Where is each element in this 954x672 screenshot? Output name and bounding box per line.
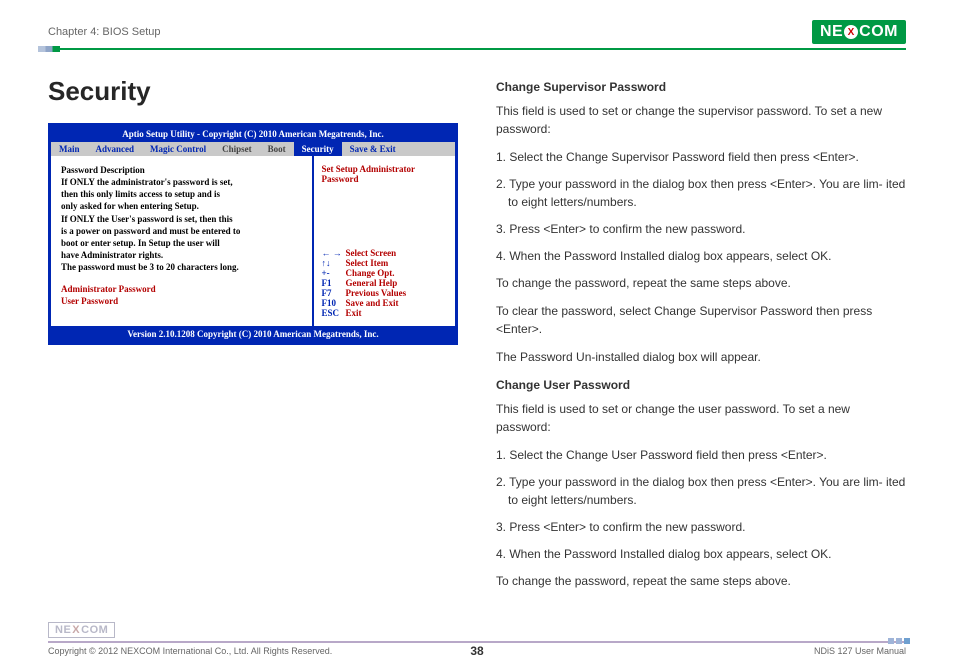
bios-line: only asked for when entering Setup. [61,200,302,212]
bios-tab-main: Main [51,142,88,156]
heading-change-supervisor: Change Supervisor Password [496,78,906,96]
legend-key: F1 [322,278,346,288]
bios-version-bar: Version 2.10.1208 Copyright (C) 2010 Ame… [51,326,455,342]
paragraph: To change the password, repeat the same … [496,572,906,590]
paragraph: This field is used to set or change the … [496,400,906,436]
footer-logo: NEXCOM [48,622,115,638]
bios-line: If ONLY the User's password is set, then… [61,213,302,225]
bios-tab-security: Security [294,142,342,156]
paragraph: To change the password, repeat the same … [496,274,906,292]
step: 3. Press <Enter> to confirm the new pass… [496,220,906,238]
heading-change-user: Change User Password [496,376,906,394]
bios-line: The password must be 3 to 20 characters … [61,261,302,273]
bios-main-panel: Password Description If ONLY the adminis… [51,156,312,326]
legend-key: ↑↓ [322,258,346,268]
bios-line: If ONLY the administrator's password is … [61,176,302,188]
bios-tab-chipset: Chipset [214,142,260,156]
bios-title-bar: Aptio Setup Utility - Copyright (C) 2010… [51,126,455,142]
legend-key: ESC [322,308,346,318]
page-number: 38 [470,644,483,658]
legend-val: Save and Exit [346,298,399,308]
paragraph: This field is used to set or change the … [496,102,906,138]
bios-legend: ← →Select Screen ↑↓Select Item +-Change … [314,242,455,326]
footer-rule [48,641,906,643]
logo-x-icon: X [844,25,858,39]
bios-tab-magic: Magic Control [142,142,214,156]
bios-admin-pw: Administrator Password [61,283,302,295]
bios-tab-boot: Boot [260,142,294,156]
step: 4. When the Password Installed dialog bo… [496,247,906,265]
legend-key: ← → [322,248,346,258]
bios-side-help: Set Setup Administrator Password [314,156,455,242]
legend-val: Previous Values [346,288,407,298]
step: 4. When the Password Installed dialog bo… [496,545,906,563]
step: 2. Type your password in the dialog box … [496,175,906,211]
page-footer: NEXCOM Copyright © 2012 NEXCOM Internati… [48,622,906,656]
bios-line: have Administrator rights. [61,249,302,261]
doc-text: Change Supervisor Password This field is… [496,76,906,600]
nexcom-logo: NE X COM [812,20,906,44]
logo-post: COM [859,23,898,41]
legend-key: +- [322,268,346,278]
bios-line: is a power on password and must be enter… [61,225,302,237]
step: 1. Select the Change User Password field… [496,446,906,464]
legend-val: General Help [346,278,398,288]
step: 1. Select the Change Supervisor Password… [496,148,906,166]
step: 2. Type your password in the dialog box … [496,473,906,509]
bios-pw-heading: Password Description [61,164,302,176]
footer-decor-icon [888,638,910,644]
chapter-label: Chapter 4: BIOS Setup [48,26,161,38]
bios-user-pw: User Password [61,295,302,307]
legend-key: F7 [322,288,346,298]
legend-val: Change Opt. [346,268,395,278]
legend-val: Exit [346,308,362,318]
logo-pre: NE [820,23,843,41]
header-rule [48,48,906,50]
legend-val: Select Item [346,258,389,268]
bios-tab-save-exit: Save & Exit [342,142,404,156]
bios-line: then this only limits access to setup an… [61,188,302,200]
bios-tab-advanced: Advanced [88,142,143,156]
bios-tabs: Main Advanced Magic Control Chipset Boot… [51,142,455,156]
bios-screenshot: Aptio Setup Utility - Copyright (C) 2010… [48,123,458,345]
paragraph: To clear the password, select Change Sup… [496,302,906,338]
step: 3. Press <Enter> to confirm the new pass… [496,518,906,536]
manual-name: NDiS 127 User Manual [814,646,906,656]
copyright: Copyright © 2012 NEXCOM International Co… [48,646,332,656]
legend-val: Select Screen [346,248,397,258]
page-title: Security [48,76,458,107]
page-header: Chapter 4: BIOS Setup NE X COM [48,20,906,44]
legend-key: F10 [322,298,346,308]
paragraph: The Password Un-installed dialog box wil… [496,348,906,366]
bios-line: boot or enter setup. In Setup the user w… [61,237,302,249]
